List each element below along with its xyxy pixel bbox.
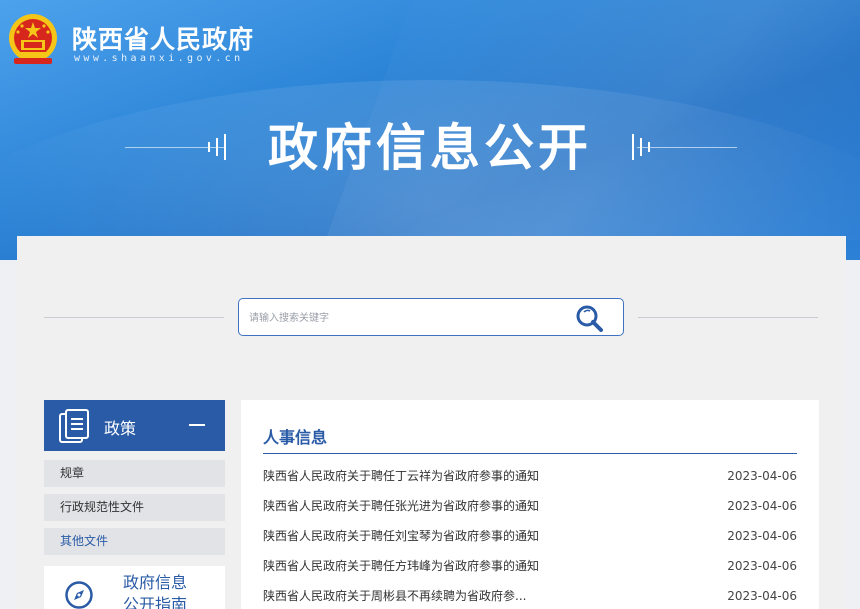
site-name[interactable]: 陕西省人民政府 [72,20,254,56]
sidebar-section-policy[interactable]: 政策 [44,400,225,451]
document-icon [59,409,89,443]
guide-label-line2: 公开指南 [122,595,187,609]
news-item: 陕西省人民政府关于聘任刘宝琴为省政府参事的通知 2023-04-06 [263,528,797,558]
news-title[interactable]: 陕西省人民政府关于聘任张光进为省政府参事的通知 [263,498,539,514]
news-date: 2023-04-06 [727,559,797,573]
news-title[interactable]: 陕西省人民政府关于周彬县不再续聘为省政府参... [263,588,526,604]
title-ticks-right [632,134,656,160]
news-title[interactable]: 陕西省人民政府关于聘任丁云祥为省政府参事的通知 [263,468,539,484]
news-panel: 人事信息 陕西省人民政府关于聘任丁云祥为省政府参事的通知 2023-04-06 … [241,400,819,609]
section-title[interactable]: 人事信息 [263,424,327,448]
search-divider-left [44,317,224,318]
guide-label: 政府信息 公开指南 [110,572,200,609]
news-date: 2023-04-06 [727,589,797,603]
collapse-icon[interactable] [189,424,205,426]
guide-label-line1: 政府信息 [122,573,187,592]
news-item: 陕西省人民政府关于聘任丁云祥为省政府参事的通知 2023-04-06 [263,468,797,498]
search-icon[interactable] [575,304,607,332]
national-emblem-icon[interactable] [6,12,60,68]
news-title[interactable]: 陕西省人民政府关于聘任方玮峰为省政府参事的通知 [263,558,539,574]
news-item: 陕西省人民政府关于周彬县不再续聘为省政府参... 2023-04-06 [263,588,797,609]
sidebar-item-regulations[interactable]: 规章 [44,460,225,487]
compass-icon [65,581,93,609]
search-divider-right [638,317,818,318]
sidebar-section-label: 政策 [104,419,137,438]
sidebar-item-other-documents[interactable]: 其他文件 [44,528,225,555]
news-title[interactable]: 陕西省人民政府关于聘任刘宝琴为省政府参事的通知 [263,528,539,544]
news-item: 陕西省人民政府关于聘任方玮峰为省政府参事的通知 2023-04-06 [263,558,797,588]
news-item: 陕西省人民政府关于聘任张光进为省政府参事的通知 2023-04-06 [263,498,797,528]
news-date: 2023-04-06 [727,499,797,513]
info-disclosure-guide[interactable]: 政府信息 公开指南 [44,566,225,609]
search-box [238,298,624,336]
page-title: 政府信息公开 [268,119,592,177]
sidebar-item-normative-documents[interactable]: 行政规范性文件 [44,494,225,521]
site-domain: www.shaanxi.gov.cn [74,53,244,64]
page-title-row: 政府信息公开 [0,118,860,178]
title-divider-right [637,147,737,148]
news-date: 2023-04-06 [727,469,797,483]
header-banner: 陕西省人民政府 www.shaanxi.gov.cn 政府信息公开 [0,0,860,260]
search-input[interactable] [249,306,569,330]
section-divider [263,453,797,454]
news-date: 2023-04-06 [727,529,797,543]
